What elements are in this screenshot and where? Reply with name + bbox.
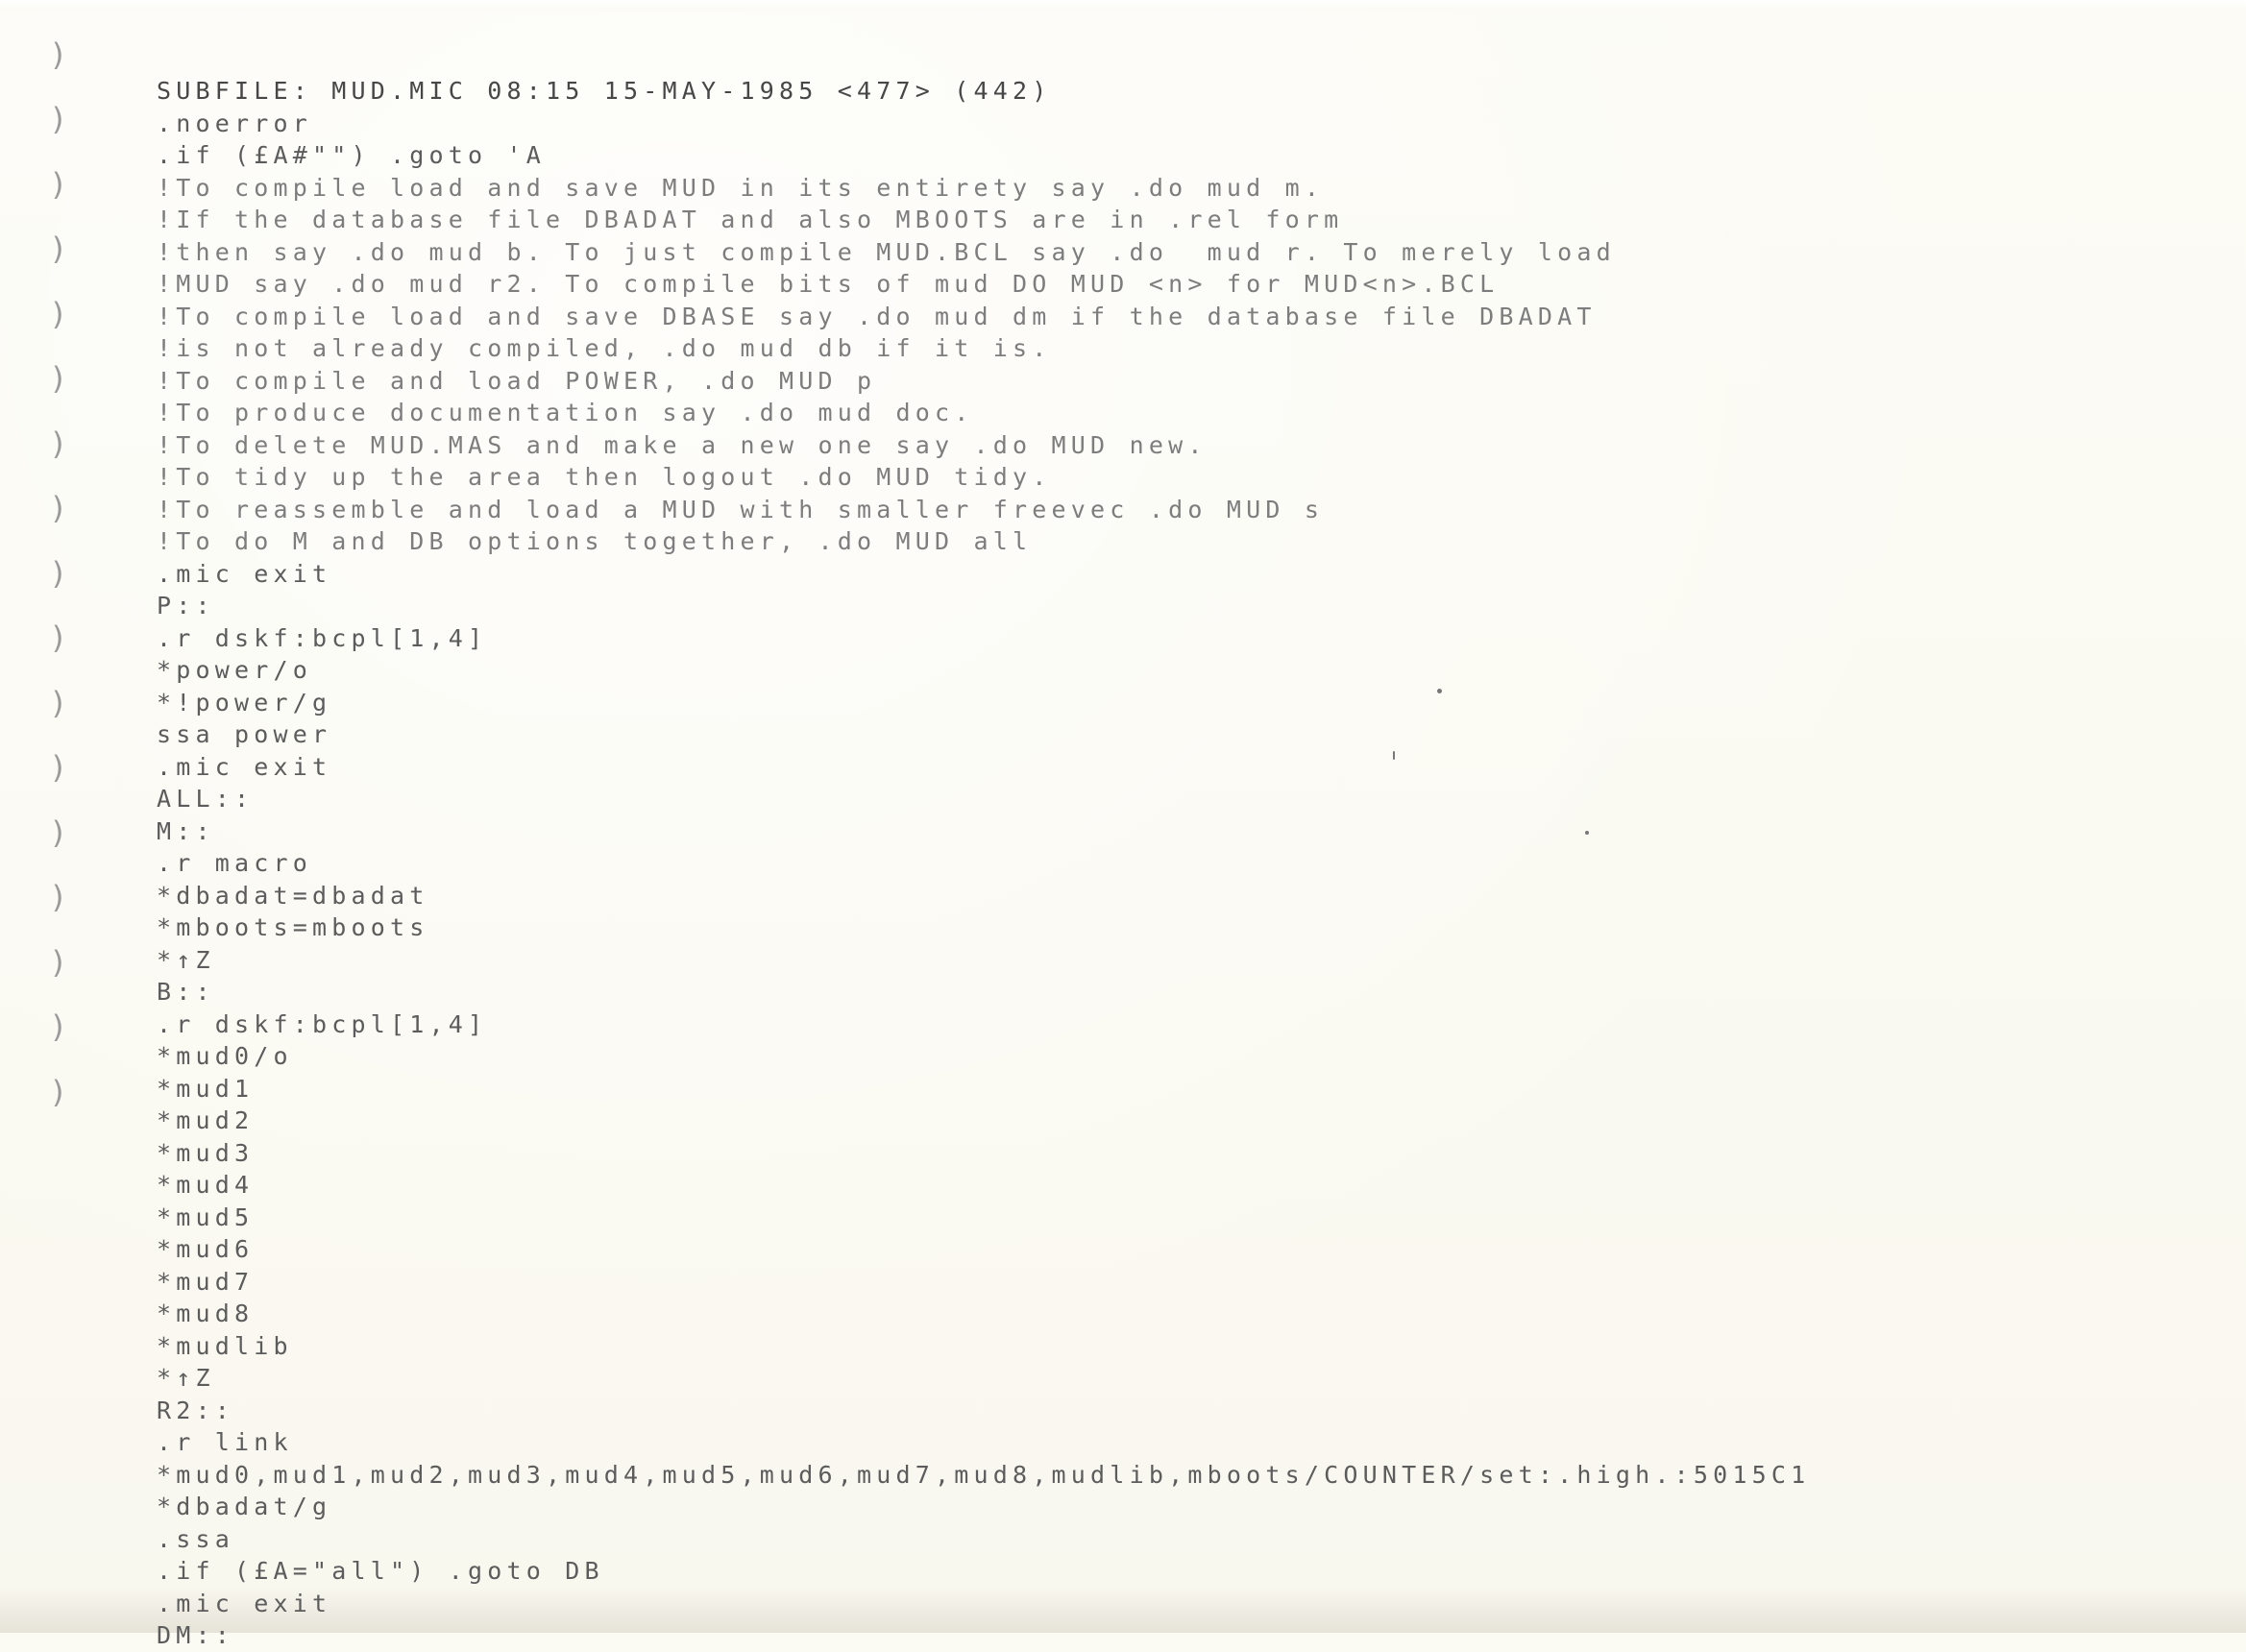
comment-line: !To compile and load POWER, .do MUD p xyxy=(157,366,877,395)
comment-line: !then say .do mud b. To just compile MUD… xyxy=(157,237,1616,266)
listing-line: *mud3 xyxy=(157,1138,255,1167)
listing-line: *mud4 xyxy=(157,1171,255,1199)
listing-line: .mic exit xyxy=(157,752,332,781)
listing-line: *power/o xyxy=(157,656,313,684)
listing-line: .r dskf:bcpl[1,4] xyxy=(157,1009,488,1038)
comment-line: !To do M and DB options together, .do MU… xyxy=(157,527,1033,555)
listing-line: *mud7 xyxy=(157,1267,255,1296)
listing-line: .if (£A#"") .goto 'A xyxy=(157,141,547,169)
sprocket-hole-mark: ) xyxy=(52,490,64,526)
listing-line: *dbadat/g xyxy=(157,1493,332,1520)
sprocket-hole-mark: ) xyxy=(52,296,64,332)
label-line: DM:: xyxy=(157,1621,235,1649)
listing-line: *mud0/o xyxy=(157,1042,293,1070)
comment-line: !To produce documentation say .do mud do… xyxy=(157,399,974,426)
listing-header: SUBFILE: MUD.MIC 08:15 15-MAY-1985 <477>… xyxy=(157,77,1052,105)
sprocket-hole-mark: ) xyxy=(52,231,64,267)
listing-line: *dbadat=dbadat xyxy=(157,881,429,910)
comment-line: !To compile load and save DBASE say .do … xyxy=(157,302,1597,330)
listing-line: *mud6 xyxy=(157,1235,255,1263)
listing-line: .mic exit xyxy=(157,559,332,588)
listing-line: *mud8 xyxy=(157,1300,255,1327)
listing-line: *↑Z xyxy=(157,1364,215,1392)
sprocket-hole-mark: ) xyxy=(52,814,64,851)
label-line: ALL:: xyxy=(157,785,255,813)
comment-line: !To compile load and save MUD in its ent… xyxy=(157,173,1325,202)
comment-line: !To reassemble and load a MUD with small… xyxy=(157,495,1325,523)
printout-page: ) ) ) ) ) ) ) ) ) ) ) ) ) ) ) ) ) SUBFIL… xyxy=(0,0,2246,1649)
listing-line: *mud1 xyxy=(157,1074,255,1103)
comment-line: !To tidy up the area then logout .do MUD… xyxy=(157,463,1052,491)
sprocket-hole-mark: ) xyxy=(52,879,64,915)
torn-top-edge xyxy=(0,0,2246,13)
listing-line: .r link xyxy=(157,1428,293,1456)
listing-line: *mboots=mboots xyxy=(157,913,429,941)
tractor-feed-holes: ) ) ) ) ) ) ) ) ) ) ) ) ) ) ) ) ) xyxy=(52,38,90,1614)
sprocket-hole-mark: ) xyxy=(52,555,64,592)
sprocket-hole-mark: ) xyxy=(52,166,64,203)
label-line: P:: xyxy=(157,592,215,620)
sprocket-hole-mark: ) xyxy=(52,101,64,137)
comment-line: !To delete MUD.MAS and make a new one sa… xyxy=(157,430,1208,459)
comment-line: !MUD say .do mud r2. To compile bits of … xyxy=(157,270,1500,298)
comment-line: !If the database file DBADAT and also MB… xyxy=(157,206,1344,233)
listing-line: *!power/g xyxy=(157,688,332,717)
sprocket-hole-mark: ) xyxy=(52,620,64,656)
listing-line: *↑Z xyxy=(157,945,215,974)
listing-line: .r dskf:bcpl[1,4] xyxy=(157,623,488,652)
label-line: B:: xyxy=(157,978,215,1006)
sprocket-hole-mark: ) xyxy=(52,1008,64,1045)
comment-line: !is not already compiled, .do mud db if … xyxy=(157,334,1052,362)
sprocket-hole-mark: ) xyxy=(52,944,64,981)
listing-line: *mud5 xyxy=(157,1203,255,1231)
sprocket-hole-mark: ) xyxy=(52,1074,64,1110)
listing-line: .mic exit xyxy=(157,1589,332,1617)
listing-line: *mud0,mud1,mud2,mud3,mud4,mud5,mud6,mud7… xyxy=(157,1460,1811,1489)
listing-line: *mudlib xyxy=(157,1331,293,1360)
label-line: R2:: xyxy=(157,1396,235,1424)
sprocket-hole-mark: ) xyxy=(52,749,64,786)
mic-file-listing: SUBFILE: MUD.MIC 08:15 15-MAY-1985 <477>… xyxy=(157,75,2174,1652)
listing-line: .ssa xyxy=(157,1524,235,1553)
label-line: M:: xyxy=(157,816,215,845)
sprocket-hole-mark: ) xyxy=(52,425,64,462)
listing-line: .noerror xyxy=(157,109,313,137)
listing-line: .r macro xyxy=(157,849,313,877)
listing-line: ssa power xyxy=(157,720,332,748)
sprocket-hole-mark: ) xyxy=(52,685,64,721)
sprocket-hole-mark: ) xyxy=(52,36,64,73)
listing-line: .if (£A="all") .goto DB xyxy=(157,1557,604,1585)
sprocket-hole-mark: ) xyxy=(52,360,64,397)
listing-line: *mud2 xyxy=(157,1106,255,1134)
